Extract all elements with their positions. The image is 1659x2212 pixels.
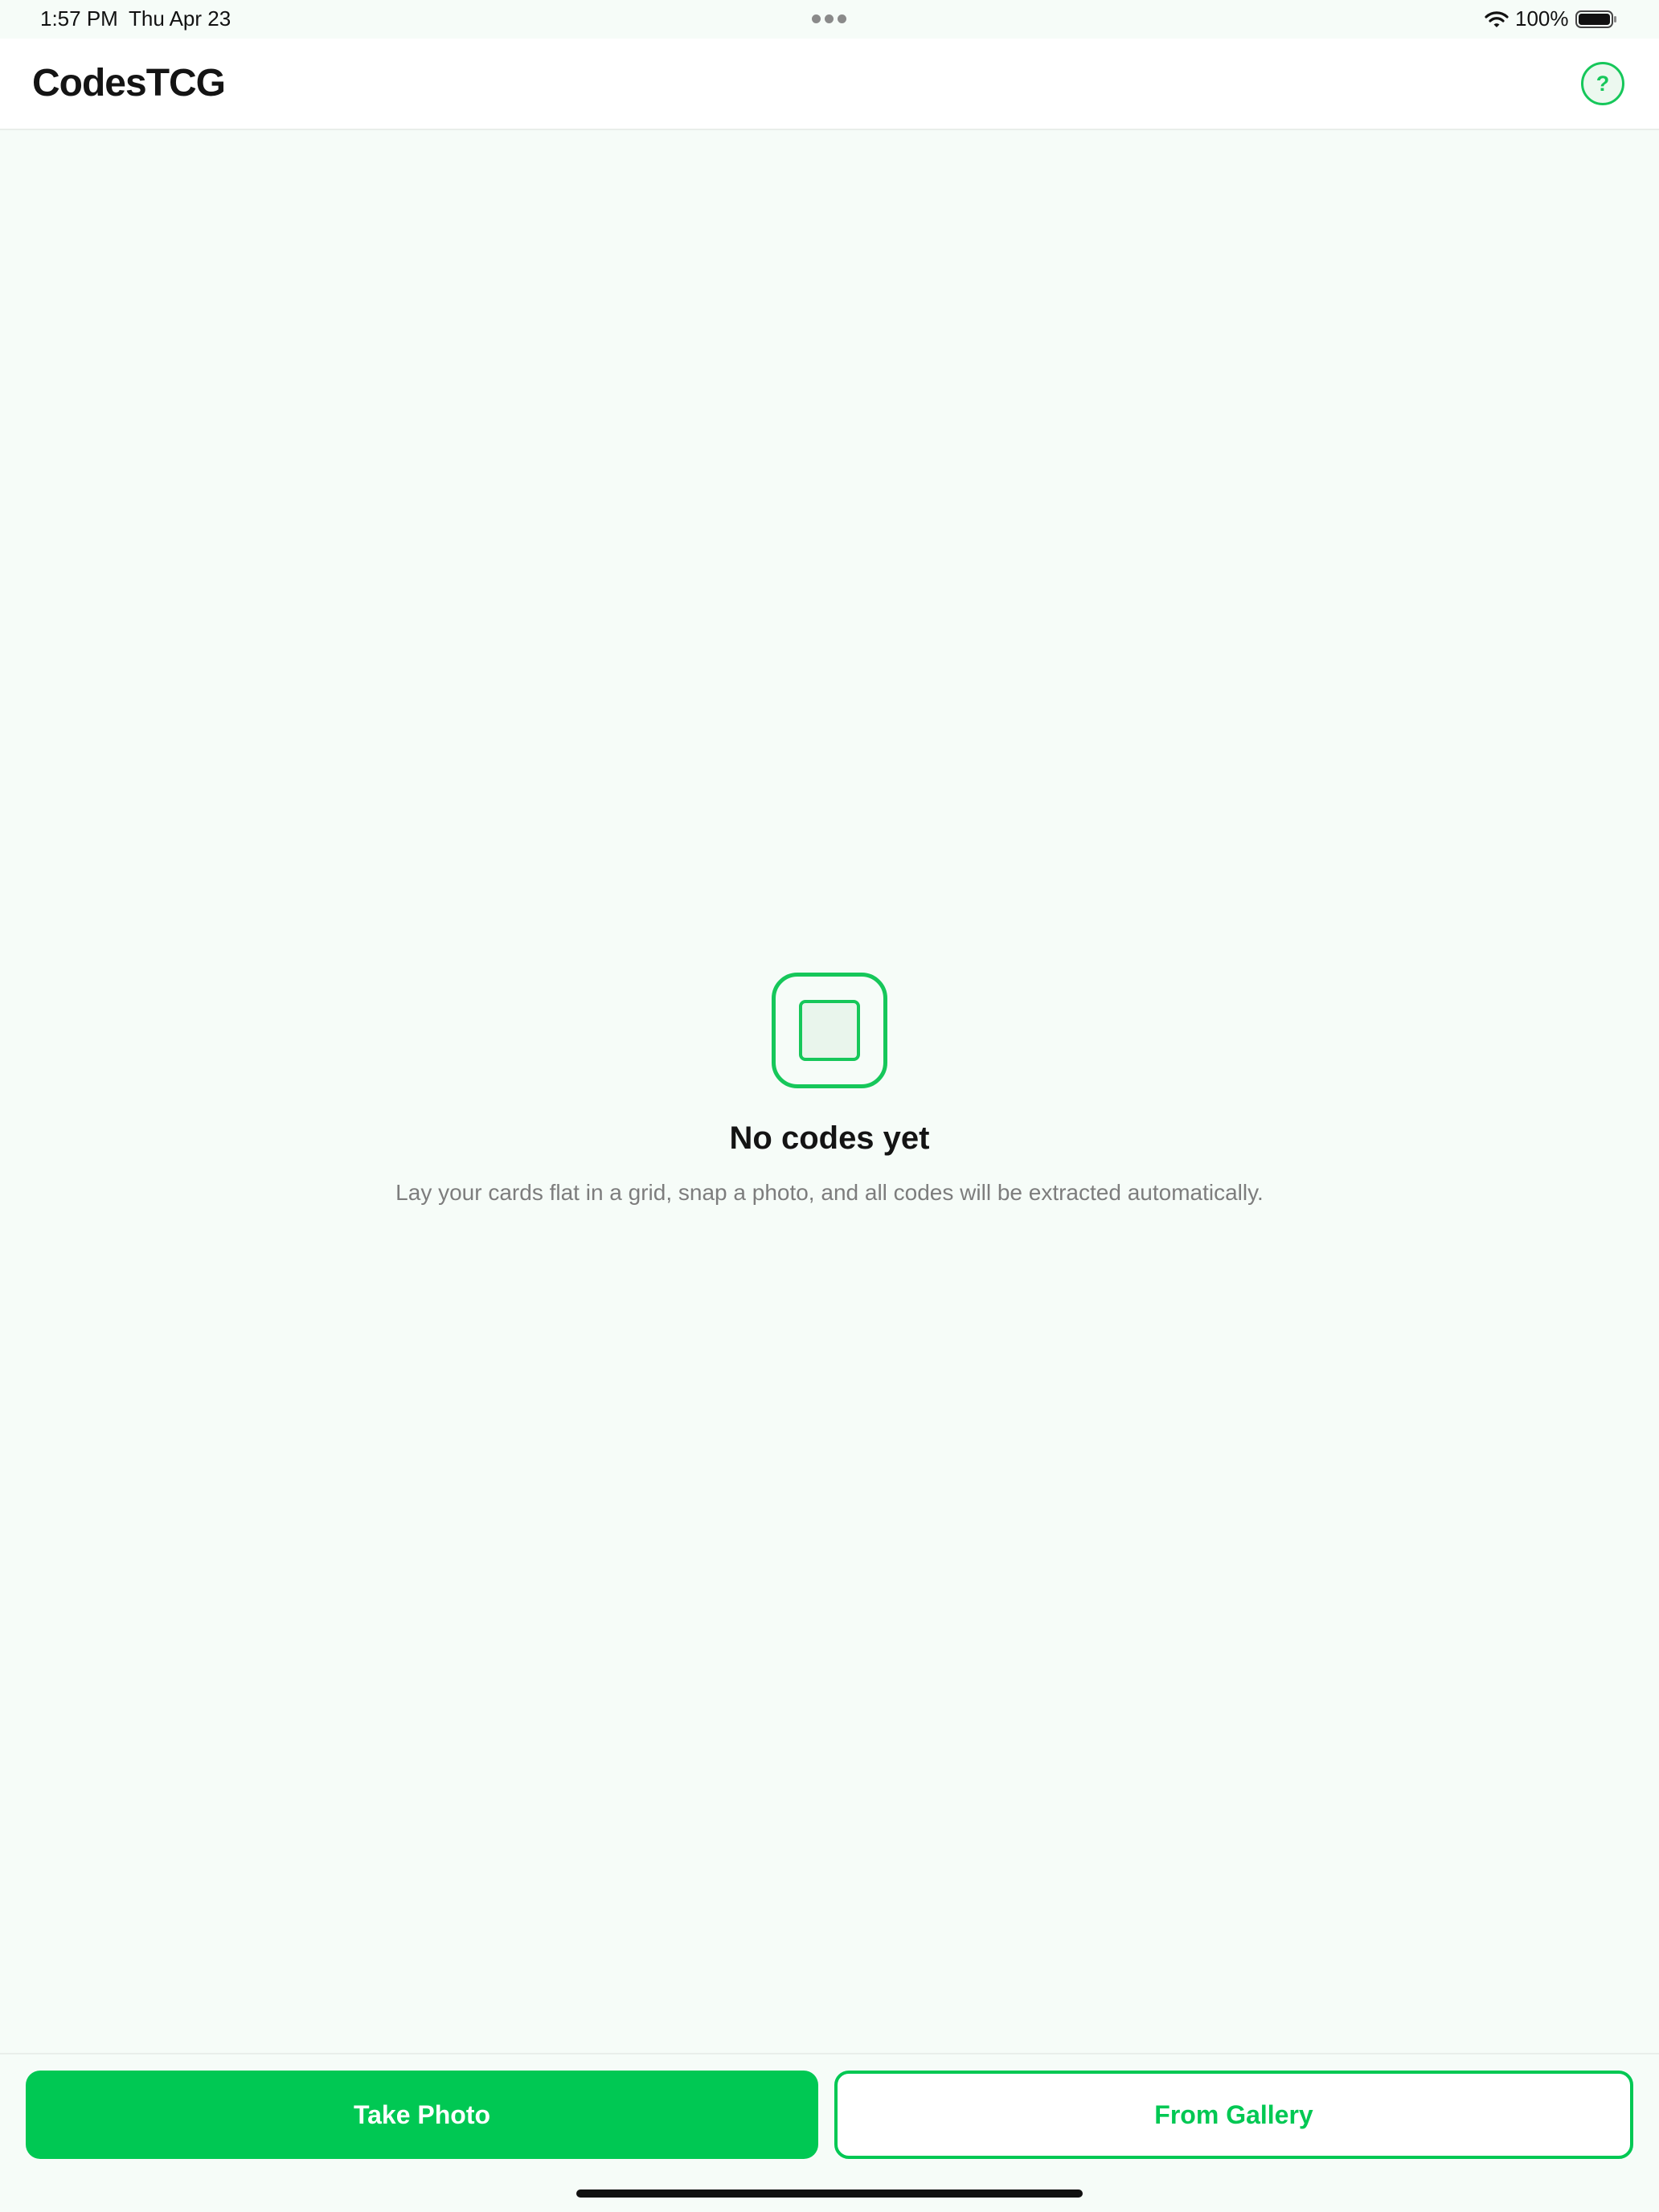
help-circle-icon: ? <box>1596 72 1610 96</box>
app-title: CodesTCG <box>32 62 226 104</box>
app-header: CodesTCG ? <box>0 39 1659 130</box>
empty-state-title: No codes yet <box>729 1120 930 1156</box>
card-inner-square <box>799 1000 860 1061</box>
battery-icon <box>1575 10 1616 28</box>
bottom-action-bar: Take Photo From Gallery <box>0 2053 1659 2212</box>
help-button[interactable]: ? <box>1581 62 1624 105</box>
take-photo-button[interactable]: Take Photo <box>26 2071 818 2159</box>
status-date: Thu Apr 23 <box>129 6 231 31</box>
home-indicator[interactable] <box>576 2189 1083 2198</box>
empty-state-description: Lay your cards flat in a grid, snap a ph… <box>395 1180 1264 1205</box>
card-frame-icon <box>772 973 887 1088</box>
wifi-icon <box>1485 11 1509 27</box>
status-time: 1:57 PM <box>40 6 118 31</box>
multitasking-dots-icon[interactable] <box>812 14 847 24</box>
status-bar: 1:57 PM Thu Apr 23 100% <box>0 0 1659 39</box>
battery-percentage: 100% <box>1515 6 1569 31</box>
from-gallery-button[interactable]: From Gallery <box>834 2071 1633 2159</box>
